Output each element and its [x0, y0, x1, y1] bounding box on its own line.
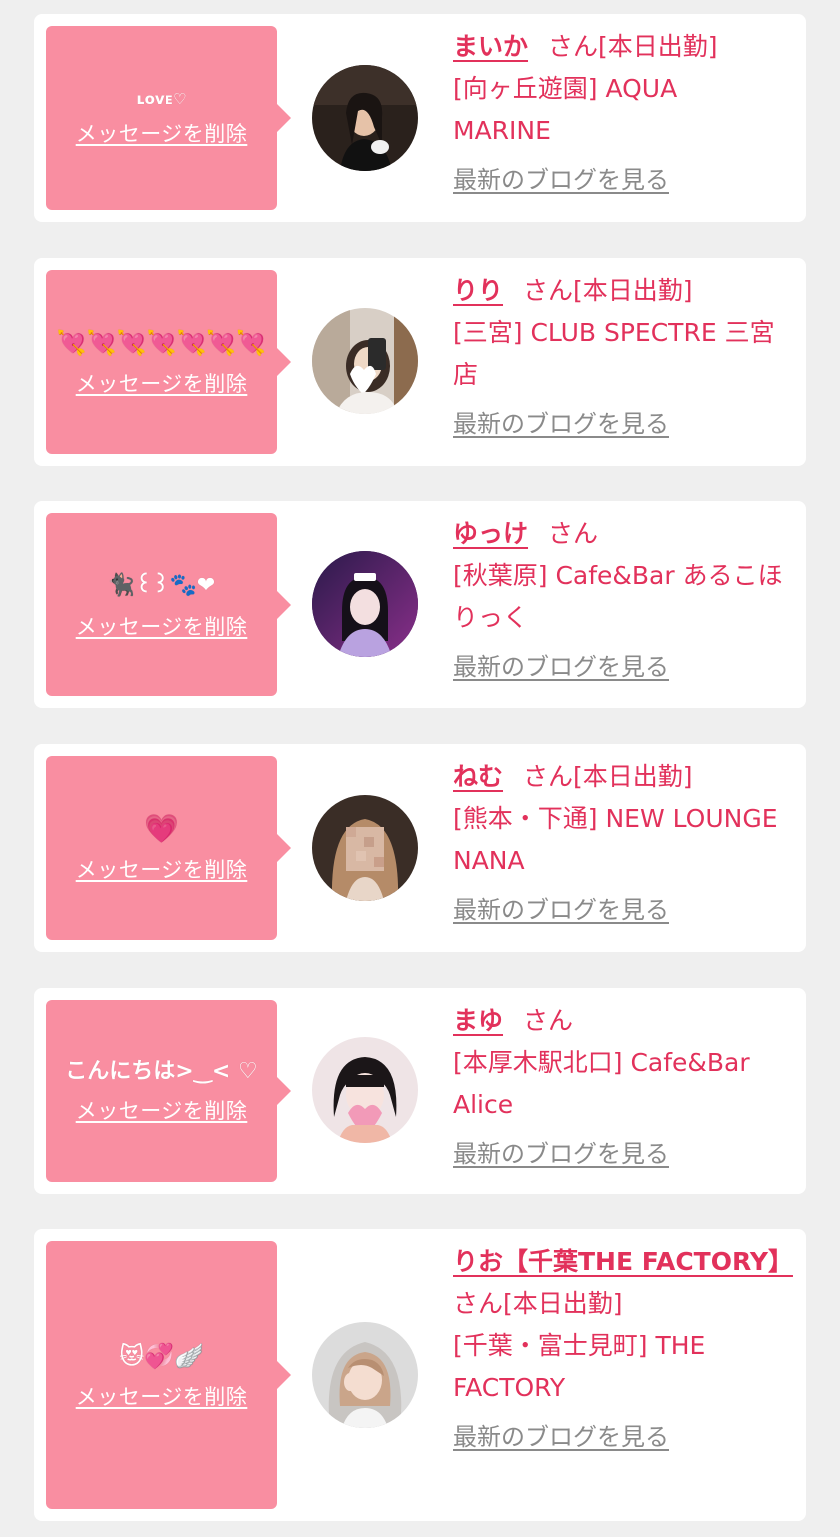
cast-name-link[interactable]: まゆ — [453, 1006, 503, 1035]
avatar[interactable] — [312, 308, 418, 414]
message-bubble: 🐈‍⬛꒰꒱🐾❤ メッセージを削除 — [46, 513, 291, 696]
cast-photo-icon — [312, 308, 418, 414]
latest-blog-link[interactable]: 最新のブログを見る — [453, 651, 669, 683]
cast-name-link[interactable]: りお【千葉THE FACTORY】 — [453, 1247, 793, 1276]
cast-card: 😻💞🪽 メッセージを削除 りお【千葉THE FACTORY】さん[本日出勤] [… — [34, 1229, 806, 1521]
shop-name: [秋葉原] Cafe&Bar あるこほりっく — [453, 561, 783, 632]
latest-blog-link[interactable]: 最新のブログを見る — [453, 1138, 669, 1170]
message-bubble: こんにちは>‿< ♡ メッセージを削除 — [46, 1000, 291, 1182]
cast-name-link[interactable]: ねむ — [453, 762, 503, 791]
name-line: まいか さん[本日出勤] — [453, 26, 783, 68]
avatar[interactable] — [312, 1322, 418, 1428]
message-bubble: 💘💘💘💘💘💘💘 メッセージを削除 — [46, 270, 291, 454]
shop-name: [千葉・富士見町] THE FACTORY — [453, 1331, 706, 1402]
shop-name: [向ヶ丘遊園] AQUA MARINE — [453, 74, 678, 145]
cast-photo-icon — [312, 795, 418, 901]
honorific: さん — [523, 762, 574, 791]
delete-message-link[interactable]: メッセージを削除 — [76, 1097, 248, 1125]
cast-card: こんにちは>‿< ♡ メッセージを削除 まゆ さん [本厚木駅北口] Cafe&B… — [34, 988, 806, 1194]
latest-blog-link[interactable]: 最新のブログを見る — [453, 894, 669, 926]
cast-card: ʟᴏᴠᴇ♡ メッセージを削除 まいか さん[本日出勤] [向ヶ丘遊園] AQUA … — [34, 14, 806, 222]
cast-info: りお【千葉THE FACTORY】さん[本日出勤] [千葉・富士見町] THE … — [453, 1241, 793, 1458]
message-bubble: 😻💞🪽 メッセージを削除 — [46, 1241, 291, 1509]
name-line: りり さん[本日出勤] — [453, 270, 783, 312]
message-text: 💘💘💘💘💘💘💘 — [56, 329, 267, 357]
message-text: こんにちは>‿< ♡ — [65, 1059, 258, 1084]
name-line: ねむ さん[本日出勤] — [453, 756, 783, 798]
cast-info: りり さん[本日出勤] [三宮] CLUB SPECTRE 三宮店 最新のブログを… — [453, 270, 783, 445]
latest-blog-link[interactable]: 最新のブログを見る — [453, 164, 669, 196]
name-line: りお【千葉THE FACTORY】さん[本日出勤] — [453, 1241, 793, 1325]
latest-blog-link[interactable]: 最新のブログを見る — [453, 1421, 669, 1453]
cast-card: 💗 メッセージを削除 ねむ さん[本日出勤] [熊本・下通] NEW LOUNGE… — [34, 744, 806, 952]
message-text: 💗 — [144, 812, 179, 845]
latest-blog-link[interactable]: 最新のブログを見る — [453, 408, 669, 440]
delete-message-link[interactable]: メッセージを削除 — [76, 1383, 248, 1411]
cast-card: 💘💘💘💘💘💘💘 メッセージを削除 りり さん[本日出勤] [三宮] CLUB SP… — [34, 258, 806, 466]
cast-name-link[interactable]: まいか — [453, 32, 528, 61]
message-text: 🐈‍⬛꒰꒱🐾❤ — [107, 572, 216, 598]
cast-info: まゆ さん [本厚木駅北口] Cafe&Bar Alice 最新のブログを見る — [453, 1000, 783, 1175]
cast-info: ねむ さん[本日出勤] [熊本・下通] NEW LOUNGE NANA 最新のブロ… — [453, 756, 783, 931]
name-line: まゆ さん — [453, 1000, 783, 1042]
status-label: [本日出勤] — [573, 762, 693, 791]
honorific: さん — [523, 276, 574, 305]
cast-photo-icon — [312, 65, 418, 171]
status-label: [本日出勤] — [598, 32, 718, 61]
honorific: さん — [523, 1006, 574, 1035]
shop-name: [三宮] CLUB SPECTRE 三宮店 — [453, 318, 775, 389]
cast-name-link[interactable]: ゆっけ — [453, 519, 528, 548]
delete-message-link[interactable]: メッセージを削除 — [76, 120, 248, 148]
cast-photo-icon — [312, 551, 418, 657]
cast-photo-icon — [312, 1322, 418, 1428]
message-bubble: ʟᴏᴠᴇ♡ メッセージを削除 — [46, 26, 291, 210]
shop-name: [本厚木駅北口] Cafe&Bar Alice — [453, 1048, 750, 1119]
avatar[interactable] — [312, 65, 418, 171]
avatar[interactable] — [312, 795, 418, 901]
delete-message-link[interactable]: メッセージを削除 — [76, 613, 248, 641]
message-text: ʟᴏᴠᴇ♡ — [136, 90, 187, 108]
delete-message-link[interactable]: メッセージを削除 — [76, 856, 248, 884]
avatar[interactable] — [312, 1037, 418, 1143]
honorific: さん — [548, 32, 599, 61]
honorific: さん — [548, 519, 599, 548]
message-text: 😻💞🪽 — [119, 1342, 204, 1370]
avatar[interactable] — [312, 551, 418, 657]
delete-message-link[interactable]: メッセージを削除 — [76, 370, 248, 398]
cast-photo-icon — [312, 1037, 418, 1143]
message-bubble: 💗 メッセージを削除 — [46, 756, 291, 940]
name-line: ゆっけ さん — [453, 513, 783, 555]
honorific: さん — [453, 1289, 504, 1318]
status-label: [本日出勤] — [573, 276, 693, 305]
cast-name-link[interactable]: りり — [453, 276, 503, 305]
cast-card: 🐈‍⬛꒰꒱🐾❤ メッセージを削除 ゆっけさん — [34, 501, 806, 708]
cast-info: まいか さん[本日出勤] [向ヶ丘遊園] AQUA MARINE 最新のブログを見… — [453, 26, 783, 201]
shop-name: [熊本・下通] NEW LOUNGE NANA — [453, 804, 778, 875]
cast-info: ゆっけ さん [秋葉原] Cafe&Bar あるこほりっく 最新のブログを見る — [453, 513, 783, 688]
status-label: [本日出勤] — [503, 1289, 623, 1318]
